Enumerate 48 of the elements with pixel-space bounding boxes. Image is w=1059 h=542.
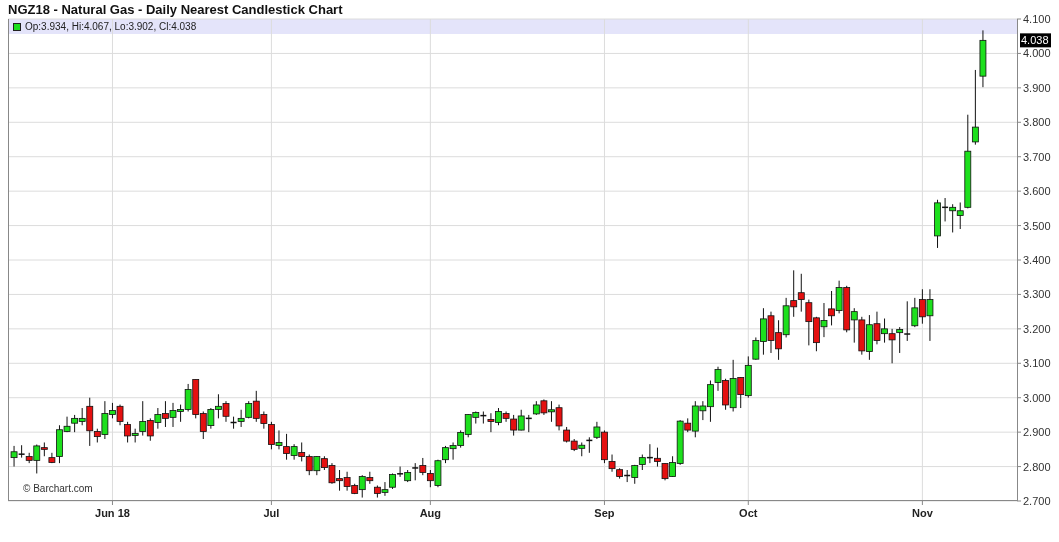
- axis-tick-label: 4.100: [1016, 13, 1051, 25]
- axis-tick-label: 3.200: [1016, 322, 1051, 335]
- x-tick-label: Oct: [739, 507, 758, 519]
- axis-tick-label: Sep: [594, 500, 615, 519]
- x-tick-label: Sep: [594, 507, 615, 519]
- axis-tick-label: Oct: [739, 500, 758, 519]
- y-tick-label: 4.000: [1023, 47, 1051, 60]
- axis-tick-label: 2.800: [1016, 460, 1051, 473]
- axis-tick-label: 3.400: [1016, 254, 1051, 266]
- legend-text: Op:3.934, Hi:4.067, Lo:3.902, Cl:4.038: [25, 21, 197, 32]
- axis-tick-label: 3.300: [1016, 288, 1051, 301]
- axis-tick-label: 3.100: [1016, 357, 1051, 370]
- x-tick-label: Nov: [911, 507, 934, 519]
- y-tick-label: 3.700: [1023, 150, 1051, 163]
- axis-tick-label: 3.000: [1016, 391, 1051, 404]
- credit-text: © Barchart.com: [23, 482, 93, 496]
- y-tick-label: 3.300: [1023, 288, 1051, 301]
- x-tick-label: Jun 18: [95, 507, 130, 519]
- y-tick-label: 3.800: [1023, 116, 1051, 129]
- candlestick: [585, 436, 594, 454]
- axis-tick-label: 2.700: [1016, 495, 1051, 507]
- axis-tick-label: 4.000: [1016, 47, 1051, 60]
- legend-swatch-icon: [13, 22, 21, 31]
- y-tick-label: 2.700: [1023, 495, 1051, 507]
- axis-tick-label: 3.900: [1016, 81, 1051, 94]
- axis-tick-label: Nov: [912, 500, 933, 519]
- y-tick-label: 4.100: [1023, 13, 1051, 25]
- y-tick-label: 2.900: [1023, 426, 1051, 439]
- axis-tick-label: 2.900: [1016, 426, 1051, 439]
- y-tick-label: 3.500: [1023, 219, 1051, 232]
- axis-tick-label: Jun 18: [95, 500, 130, 519]
- axis-tick-label: 3.500: [1016, 219, 1051, 232]
- axis-tick-label: 3.600: [1016, 185, 1051, 198]
- y-tick-label: 3.600: [1023, 185, 1051, 198]
- y-tick-label: 3.900: [1023, 81, 1051, 94]
- axis-tick-label: Aug: [419, 500, 442, 519]
- x-tick-label: Jul: [263, 507, 280, 519]
- axis-tick-label: 3.700: [1016, 150, 1051, 163]
- y-tick-label: 3.000: [1023, 391, 1051, 404]
- x-tick-label: Aug: [419, 507, 442, 519]
- chart-title: NGZ18 - Natural Gas - Daily Nearest Candlestick Chart: [8, 0, 343, 19]
- y-tick-label: 3.400: [1023, 254, 1051, 266]
- y-tick-label: 2.800: [1023, 460, 1051, 473]
- y-tick-label: 3.100: [1023, 357, 1051, 370]
- y-tick-label: 3.200: [1023, 322, 1051, 335]
- axis-tick-label: 3.800: [1016, 116, 1051, 129]
- last-price-tag: 4.038: [1020, 33, 1051, 48]
- axis-tick-label: Jul: [263, 500, 280, 519]
